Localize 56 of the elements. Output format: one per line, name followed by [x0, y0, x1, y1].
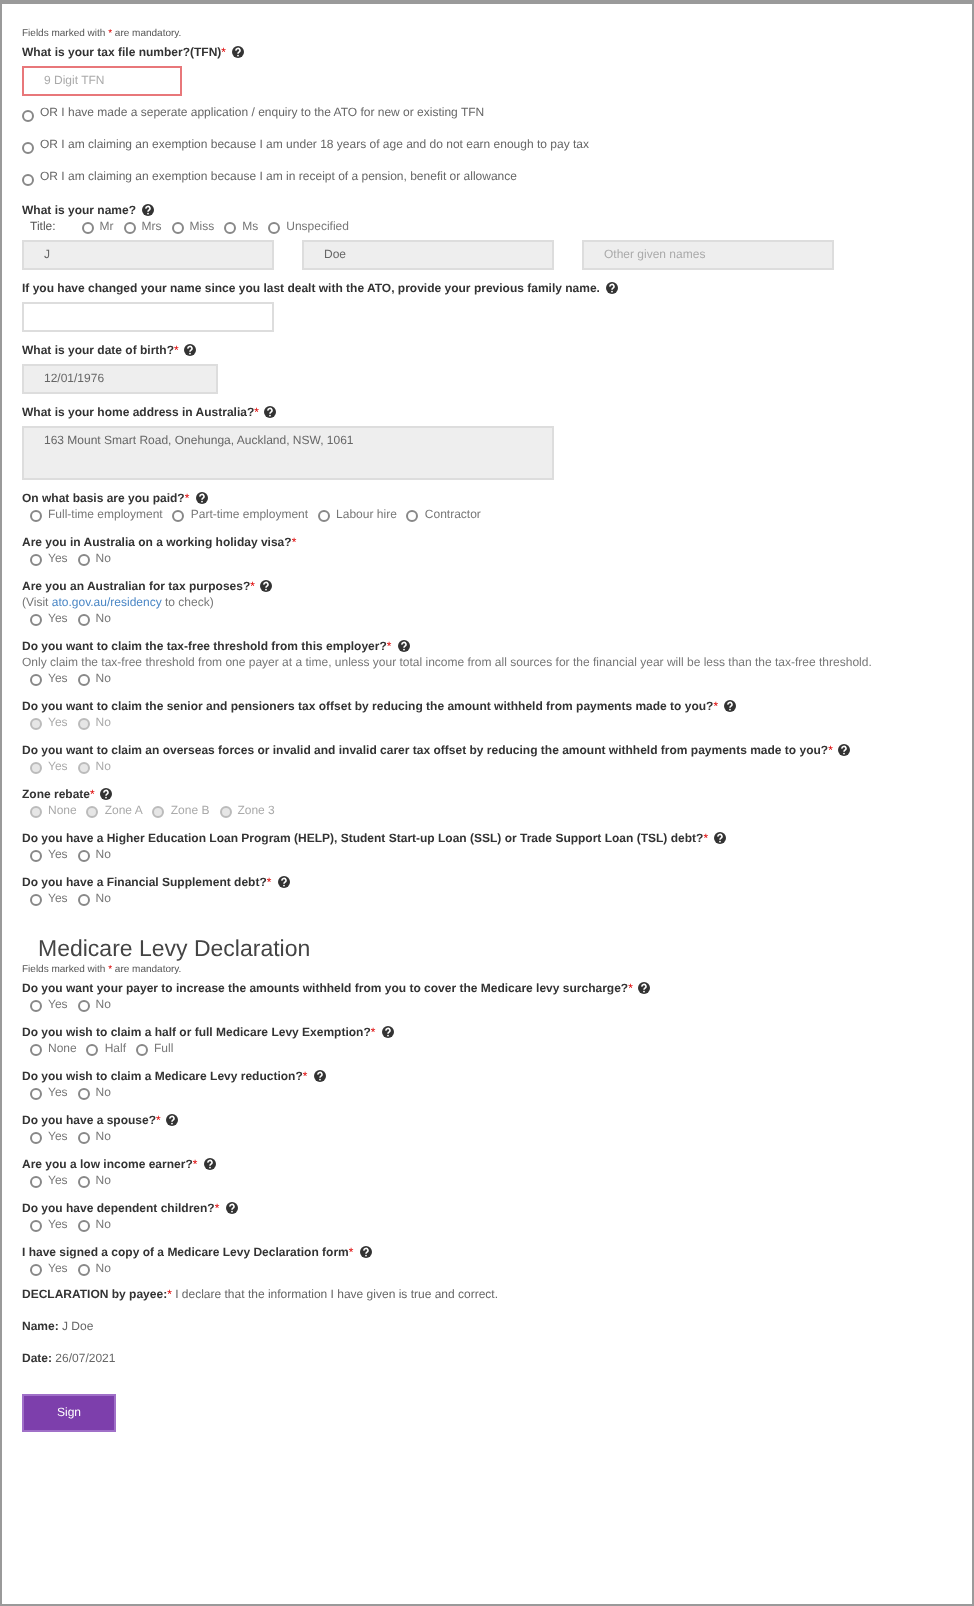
help-icon[interactable] [359, 1246, 372, 1258]
help-icon[interactable] [232, 46, 245, 58]
radio-button[interactable] [30, 1000, 42, 1012]
radio-button[interactable] [30, 1088, 42, 1100]
help-icon[interactable] [277, 876, 290, 888]
help-icon[interactable] [313, 1070, 326, 1082]
radio-button[interactable] [30, 674, 42, 686]
radio-button[interactable] [406, 510, 419, 522]
radio-button[interactable] [22, 173, 34, 185]
radio-button[interactable] [77, 614, 90, 626]
radio-button[interactable] [172, 510, 185, 522]
help-icon[interactable] [184, 344, 197, 356]
radio-button[interactable] [81, 222, 94, 234]
help-icon[interactable] [203, 1158, 216, 1170]
radio-button[interactable] [30, 510, 42, 522]
radio-button[interactable] [77, 1176, 90, 1188]
radio-button[interactable] [77, 1220, 90, 1232]
input-field[interactable] [22, 302, 274, 332]
radio-button[interactable] [77, 1000, 90, 1012]
radio-button[interactable] [123, 222, 136, 234]
help-icon[interactable] [264, 406, 277, 418]
radio-button[interactable] [77, 554, 90, 566]
help-icon[interactable] [260, 580, 273, 592]
help-icon[interactable] [195, 492, 208, 504]
help-icon[interactable] [638, 982, 651, 994]
radio-button[interactable] [77, 850, 90, 862]
radio-button[interactable] [86, 1044, 99, 1056]
radio-button[interactable] [30, 554, 42, 566]
help-icon[interactable] [714, 832, 727, 844]
radio-button[interactable] [224, 222, 237, 234]
radio-button[interactable] [22, 109, 34, 121]
help-icon[interactable] [605, 282, 618, 294]
radio-button[interactable] [30, 1264, 42, 1276]
radio-button[interactable] [77, 1088, 90, 1100]
radio-button[interactable] [77, 894, 90, 906]
section-heading: Medicare Levy Declaration [38, 938, 311, 962]
radio-button[interactable] [30, 1132, 42, 1144]
radio-button[interactable] [30, 1044, 42, 1056]
help-icon[interactable] [142, 204, 155, 216]
radio-button[interactable] [268, 222, 281, 234]
radio-button[interactable] [30, 850, 42, 862]
radio-button[interactable] [30, 894, 42, 906]
radio-button[interactable] [30, 1176, 42, 1188]
radio-button[interactable] [77, 1264, 90, 1276]
help-icon[interactable] [381, 1026, 394, 1038]
help-icon[interactable] [166, 1114, 179, 1126]
help-icon[interactable] [397, 640, 410, 652]
radio-button[interactable] [77, 674, 90, 686]
radio-button[interactable] [318, 510, 331, 522]
radio-button[interactable] [136, 1044, 149, 1056]
help-icon[interactable] [225, 1202, 238, 1214]
radio-button[interactable] [30, 1220, 42, 1232]
radio-button[interactable] [77, 1132, 90, 1144]
radio-button[interactable] [22, 141, 34, 153]
radio-button[interactable] [171, 222, 184, 234]
radio-button[interactable] [30, 614, 42, 626]
